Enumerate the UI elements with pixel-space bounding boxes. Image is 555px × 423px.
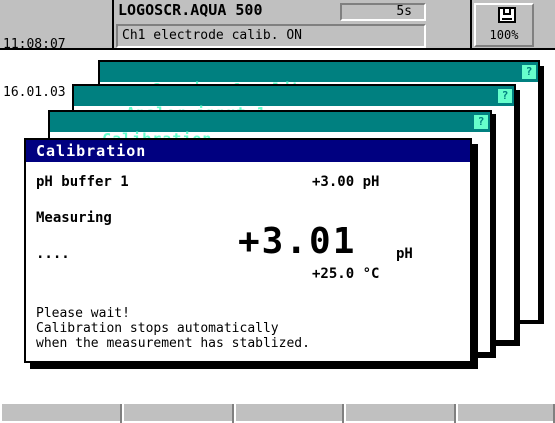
buffer-label: pH buffer 1 (36, 174, 129, 190)
window-title-analog: Analog input 1 (74, 86, 514, 122)
softkey-4[interactable] (344, 404, 456, 423)
stabilize-info: when the measurement has stablized. (36, 336, 310, 351)
header-bar: 11:08:07 16.01.03 LOGOSCR.AQUA 500 5s Ch… (0, 0, 555, 100)
status-message: Ch1 electrode calib. ON (116, 24, 426, 48)
progress-dots: .... (36, 246, 70, 262)
softkey-5[interactable] (456, 404, 555, 423)
measured-unit: pH (396, 246, 413, 262)
softkey-bar (0, 402, 555, 423)
help-icon[interactable]: ? (474, 115, 488, 129)
calibration-dialog[interactable]: Calibration pH buffer 1 +3.00 pH Measuri… (24, 138, 472, 363)
help-icon[interactable]: ? (522, 65, 536, 79)
wait-message: Please wait! (36, 306, 130, 321)
floppy-disk-icon (498, 7, 516, 23)
date-readout: 16.01.03 (3, 85, 66, 100)
memory-percent: 100% (489, 28, 519, 42)
measuring-label: Measuring (36, 210, 112, 226)
memory-status[interactable]: 100% (474, 3, 534, 47)
dialog-title: Calibration (26, 140, 470, 162)
temperature-value: +25.0 °C (312, 266, 380, 282)
buffer-value: +3.00 pH (312, 174, 380, 190)
header-divider-right (470, 0, 472, 48)
time-readout: 11:08:07 (3, 37, 66, 52)
softkey-1[interactable] (0, 404, 122, 423)
help-icon[interactable]: ? (498, 89, 512, 103)
window-title-calibration-back: Calibration (50, 112, 490, 148)
header-divider (112, 0, 114, 48)
measured-value: +3.01 (238, 221, 357, 262)
window-title-service: Service & calib. (100, 62, 538, 98)
softkey-3[interactable] (234, 404, 344, 423)
calibration-info: Calibration stops automatically (36, 321, 279, 336)
interval-display: 5s (340, 3, 426, 21)
softkey-2[interactable] (122, 404, 234, 423)
